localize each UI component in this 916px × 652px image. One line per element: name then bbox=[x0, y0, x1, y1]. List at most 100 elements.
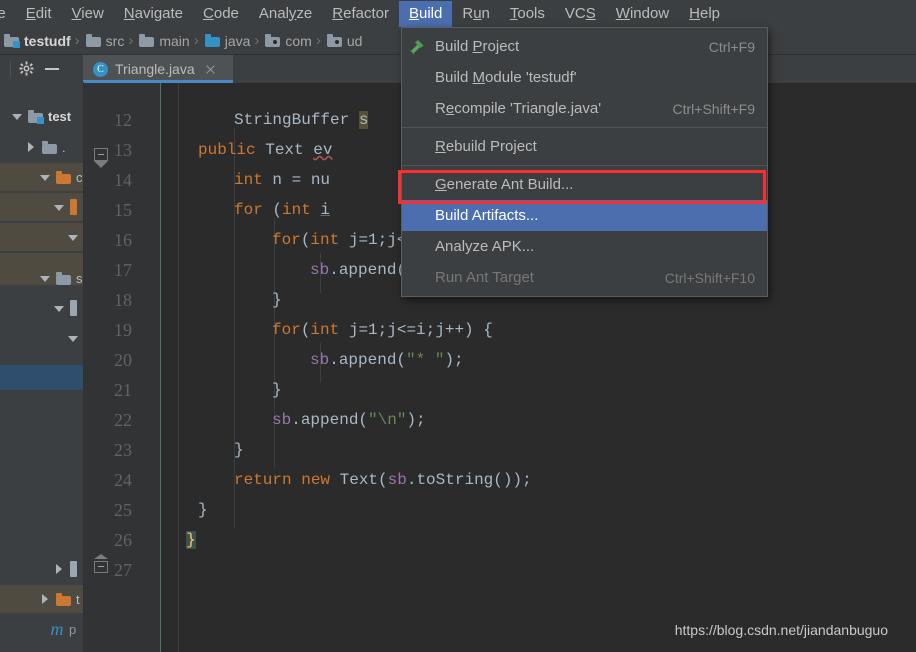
code-line-22: sb.append("\n"); bbox=[272, 411, 426, 429]
breadcrumb-label: testudf bbox=[24, 32, 71, 49]
menu-separator bbox=[402, 165, 767, 166]
close-icon[interactable] bbox=[203, 62, 218, 77]
tree-item-nested-2[interactable] bbox=[0, 223, 83, 251]
tree-item-test[interactable]: test bbox=[0, 102, 83, 130]
menu-separator bbox=[402, 127, 767, 128]
code-line-13: public Text ev bbox=[198, 141, 333, 159]
line-number: 15 bbox=[114, 200, 132, 220]
menu-item-accelerator: Ctrl+Shift+F10 bbox=[664, 269, 755, 286]
menu-window[interactable]: Window bbox=[606, 1, 679, 27]
folder-icon bbox=[70, 561, 77, 577]
menu-item-label: Analyze APK... bbox=[435, 238, 535, 255]
tree-item-nested-6[interactable] bbox=[0, 555, 83, 583]
folder-icon bbox=[42, 140, 57, 154]
indent-guide bbox=[178, 83, 179, 652]
tree-item-t[interactable]: t bbox=[0, 585, 83, 613]
menu-item-generate-ant-build[interactable]: Generate Ant Build... bbox=[402, 169, 767, 200]
minimize-icon[interactable] bbox=[44, 61, 62, 76]
folder-icon bbox=[139, 34, 155, 47]
gear-icon[interactable] bbox=[19, 61, 34, 76]
line-number: 26 bbox=[114, 530, 132, 550]
menu-item-build-project[interactable]: Build Project Ctrl+F9 bbox=[402, 31, 767, 62]
folder-orange-icon bbox=[56, 592, 71, 606]
code-line-14: int n = nu bbox=[234, 171, 331, 189]
menu-file-label: le bbox=[0, 4, 6, 22]
line-number: 25 bbox=[114, 500, 132, 520]
tab-label: Triangle.java bbox=[115, 61, 195, 77]
menu-help[interactable]: Help bbox=[679, 1, 730, 27]
tree-item-s[interactable]: s bbox=[0, 264, 83, 292]
breadcrumb-separator: › bbox=[193, 32, 199, 49]
project-tree[interactable]: test . c s t m p bbox=[0, 82, 84, 652]
code-line-23: } bbox=[234, 441, 244, 459]
hammer-icon bbox=[408, 37, 427, 56]
breadcrumb-item-main[interactable]: main bbox=[135, 33, 191, 49]
menu-vcs[interactable]: VCS bbox=[555, 1, 606, 27]
tab-triangle-java[interactable]: C Triangle.java bbox=[83, 55, 233, 83]
chevron-down-icon[interactable] bbox=[52, 301, 66, 315]
tree-item-label: s bbox=[76, 270, 83, 286]
menu-item-label: Recompile 'Triangle.java' bbox=[435, 100, 602, 117]
chevron-down-icon[interactable] bbox=[52, 200, 66, 214]
tree-item-file[interactable]: t bbox=[0, 645, 83, 652]
tree-item-nested-5[interactable] bbox=[0, 324, 83, 352]
chevron-right-icon[interactable] bbox=[24, 140, 38, 154]
menu-file[interactable]: le bbox=[0, 1, 16, 27]
tree-item-selected[interactable] bbox=[0, 365, 83, 390]
fold-marker-end[interactable] bbox=[92, 554, 112, 578]
menu-analyze[interactable]: Analyze bbox=[249, 1, 322, 27]
tree-item-pom[interactable]: m p bbox=[0, 615, 83, 643]
breadcrumb-label: src bbox=[105, 32, 125, 49]
menu-item-analyze-apk[interactable]: Analyze APK... bbox=[402, 231, 767, 262]
tree-item-c[interactable]: c bbox=[0, 163, 83, 191]
build-menu-popup[interactable]: Build Project Ctrl+F9 Build Module 'test… bbox=[401, 27, 768, 297]
code-line-20: sb.append("* "); bbox=[310, 351, 464, 369]
menu-view[interactable]: View bbox=[62, 1, 114, 27]
module-folder-icon bbox=[28, 109, 44, 124]
menu-item-recompile[interactable]: Recompile 'Triangle.java' Ctrl+Shift+F9 bbox=[402, 93, 767, 124]
tree-item-label: . bbox=[62, 139, 66, 155]
chevron-right-icon[interactable] bbox=[38, 592, 52, 606]
code-line-12: StringBuffer s bbox=[234, 111, 369, 129]
breadcrumb-item-src[interactable]: src bbox=[82, 33, 127, 49]
menu-refactor[interactable]: Refactor bbox=[322, 1, 399, 27]
menu-build[interactable]: Build bbox=[398, 0, 453, 27]
breadcrumb-label: main bbox=[159, 32, 190, 49]
maven-m-icon: m bbox=[50, 618, 64, 639]
folder-orange-icon bbox=[56, 170, 71, 184]
menu-item-label: Generate Ant Build... bbox=[435, 176, 574, 193]
menu-tools[interactable]: Tools bbox=[500, 1, 555, 27]
code-line-26: } bbox=[186, 531, 196, 549]
folder-icon bbox=[70, 300, 77, 316]
line-number: 21 bbox=[114, 380, 132, 400]
breadcrumb-item-ud[interactable]: ud bbox=[323, 33, 365, 49]
tree-item-nested-1[interactable] bbox=[0, 193, 83, 221]
chevron-right-icon[interactable] bbox=[52, 562, 66, 576]
breadcrumb-label: com bbox=[285, 32, 312, 49]
code-line-25: } bbox=[198, 501, 208, 519]
chevron-down-icon[interactable] bbox=[38, 170, 52, 184]
menu-item-rebuild-project[interactable]: Rebuild Project bbox=[402, 131, 767, 162]
menu-navigate[interactable]: Navigate bbox=[114, 1, 193, 27]
breadcrumb-item-testudf[interactable]: testudf bbox=[0, 33, 73, 49]
menu-edit[interactable]: Edit bbox=[16, 1, 62, 27]
menu-item-accelerator: Ctrl+Shift+F9 bbox=[672, 100, 755, 117]
menu-item-build-artifacts[interactable]: Build Artifacts... bbox=[402, 200, 767, 231]
idea-window: le Edit View Navigate Code Analyze Refac… bbox=[0, 0, 916, 652]
line-number: 16 bbox=[114, 230, 132, 250]
breadcrumb-item-com[interactable]: com bbox=[261, 33, 313, 49]
fold-marker-collapse[interactable] bbox=[92, 146, 112, 168]
menu-code[interactable]: Code bbox=[193, 1, 249, 27]
menu-item-build-module[interactable]: Build Module 'testudf' bbox=[402, 62, 767, 93]
chevron-down-icon[interactable] bbox=[66, 331, 80, 345]
tree-item-nested-4[interactable] bbox=[0, 294, 83, 322]
menu-run[interactable]: Run bbox=[452, 1, 500, 27]
chevron-down-icon[interactable] bbox=[10, 109, 24, 123]
chevron-down-icon[interactable] bbox=[38, 271, 52, 285]
chevron-down-icon[interactable] bbox=[66, 230, 80, 244]
indent-guide bbox=[160, 83, 161, 652]
menu-item-label: Build Module 'testudf' bbox=[435, 69, 577, 86]
watermark: https://blog.csdn.net/jiandanbuguo bbox=[674, 622, 888, 638]
breadcrumb-item-java[interactable]: java bbox=[201, 33, 253, 49]
tree-item-idea[interactable]: . bbox=[0, 133, 83, 161]
